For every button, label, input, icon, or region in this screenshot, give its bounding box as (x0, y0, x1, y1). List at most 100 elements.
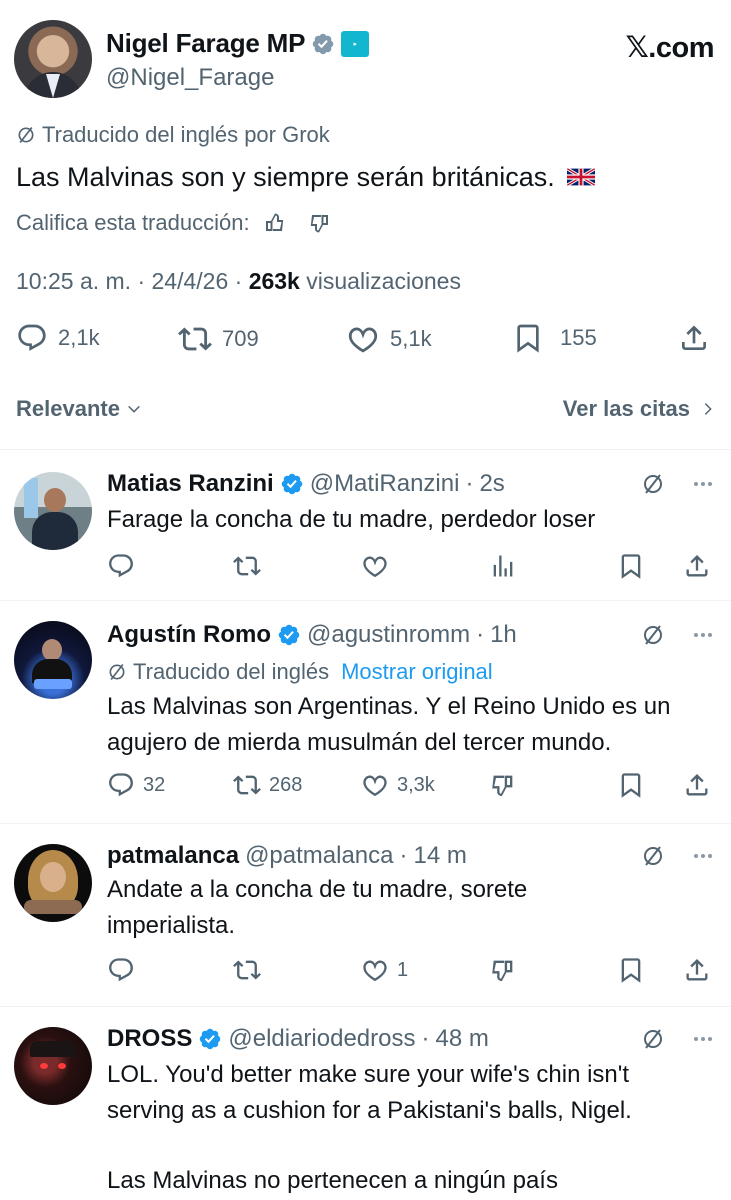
reply-text-paragraph-2: Las Malvinas no pertenecen a ningún país (107, 1167, 558, 1194)
show-original-link[interactable]: Mostrar original (341, 659, 493, 685)
avatar-eye (40, 1063, 48, 1069)
reply-avatar[interactable] (14, 1027, 92, 1105)
share-action[interactable] (683, 552, 711, 580)
like-count: 3,3k (397, 773, 435, 796)
thumbs-up-icon[interactable] (262, 211, 286, 235)
uk-flag-icon (566, 168, 595, 186)
like-action[interactable]: 1 (361, 956, 408, 984)
heart-icon (346, 322, 380, 356)
reply-time[interactable]: 1h (490, 621, 517, 649)
views-action[interactable] (489, 552, 517, 580)
repost-action[interactable] (233, 552, 261, 580)
sort-dropdown[interactable]: Relevante (16, 396, 142, 422)
bookmark-icon (617, 956, 645, 984)
xcom-watermark: 𝕏.com (625, 32, 714, 64)
grok-icon[interactable] (641, 472, 665, 496)
reply-author-name[interactable]: patmalanca (107, 842, 239, 870)
share-action[interactable] (683, 771, 711, 799)
reply-author-handle[interactable]: @MatiRanzini (310, 470, 460, 498)
grok-icon[interactable] (641, 1027, 665, 1051)
reply-author-handle[interactable]: @agustinromm (307, 621, 470, 649)
bookmark-count: 155 (560, 325, 597, 350)
view-quotes-label: Ver las citas (562, 396, 690, 421)
share-action[interactable] (678, 322, 710, 354)
reply-separator: · (421, 1025, 430, 1052)
divider (0, 823, 731, 824)
more-options-icon[interactable] (691, 1027, 715, 1051)
view-quotes-link[interactable]: Ver las citas (563, 396, 716, 422)
reply-action[interactable] (107, 956, 135, 984)
reply-avatar[interactable] (14, 472, 92, 550)
chevron-down-icon (126, 401, 142, 417)
divider (0, 1006, 731, 1007)
author-name-row: Nigel Farage MP ▸ (106, 28, 370, 59)
verified-icon (280, 472, 304, 496)
thumbs-down-icon[interactable] (308, 211, 332, 235)
reply-avatar[interactable] (14, 621, 92, 699)
reply-header: DROSS @eldiariodedross · 48 m (107, 1025, 489, 1053)
reply-time[interactable]: 14 m (414, 842, 467, 870)
reply-separator: · (465, 470, 474, 497)
reply-author-name[interactable]: DROSS (107, 1025, 192, 1053)
verified-icon (277, 623, 301, 647)
translated-by-grok: Traducido del inglés por Grok (16, 122, 330, 148)
post-meta: 10:25 a. m. · 24/4/26 · 263k visualizaci… (16, 268, 461, 295)
dislike-action[interactable] (489, 771, 517, 799)
reply-icon (107, 956, 135, 984)
more-options-icon[interactable] (691, 623, 715, 647)
author-name[interactable]: Nigel Farage MP (106, 28, 305, 59)
reply-time[interactable]: 48 m (435, 1025, 488, 1053)
reply-author-handle[interactable]: @patmalanca (245, 842, 393, 870)
reply-author-name[interactable]: Matias Ranzini (107, 470, 274, 498)
like-action[interactable] (361, 552, 389, 580)
author-avatar[interactable] (14, 20, 92, 98)
translated-by-label: Traducido del inglés por Grok (42, 122, 330, 147)
reply-action[interactable]: 2,1k (16, 322, 100, 354)
reform-party-badge-icon: ▸ (341, 30, 370, 57)
grok-icon[interactable] (641, 844, 665, 868)
bookmark-action[interactable]: 155 (512, 322, 597, 354)
share-action[interactable] (683, 956, 711, 984)
reply-icon (107, 771, 135, 799)
grok-icon (16, 125, 36, 145)
reply-text-paragraph-1: LOL. You'd better make sure your wife's … (107, 1061, 632, 1124)
avatar-face (40, 862, 66, 892)
reply-count: 32 (143, 773, 166, 796)
reply-icon (16, 322, 48, 354)
translated-label: Traducido del inglés (133, 659, 330, 684)
like-count: 1 (397, 958, 409, 981)
rate-translation-label: Califica esta traducción: (16, 210, 250, 235)
grok-icon[interactable] (641, 623, 665, 647)
reply-top-icons (641, 844, 715, 868)
share-icon (683, 552, 711, 580)
repost-icon (233, 552, 261, 580)
post-actions: 2,1k 709 5,1k 155 (16, 322, 716, 362)
repost-action[interactable] (233, 956, 261, 984)
dislike-action[interactable] (489, 956, 517, 984)
reply-author-name[interactable]: Agustín Romo (107, 621, 271, 649)
reply-author-handle[interactable]: @eldiariodedross (228, 1025, 415, 1053)
bookmark-icon (512, 322, 544, 354)
avatar-arms (24, 900, 82, 914)
reply-action[interactable] (107, 552, 135, 580)
reply-avatar[interactable] (14, 844, 92, 922)
like-action[interactable]: 3,3k (361, 771, 435, 799)
bookmark-action[interactable] (617, 771, 645, 799)
repost-action[interactable]: 268 (233, 771, 302, 799)
post-text-body: Las Malvinas son y siempre serán británi… (16, 162, 555, 192)
divider (0, 449, 731, 450)
reply-action[interactable]: 32 (107, 771, 165, 799)
more-options-icon[interactable] (691, 472, 715, 496)
reply-time[interactable]: 2s (479, 470, 504, 498)
author-handle[interactable]: @Nigel_Farage (106, 64, 274, 92)
post-timestamp[interactable]: 10:25 a. m. · 24/4/26 · (16, 268, 249, 294)
heart-icon (361, 552, 389, 580)
repost-count: 709 (222, 326, 259, 351)
bookmark-action[interactable] (617, 956, 645, 984)
like-action[interactable]: 5,1k (346, 322, 432, 356)
repost-action[interactable]: 709 (178, 322, 259, 356)
more-options-icon[interactable] (691, 844, 715, 868)
bookmark-action[interactable] (617, 552, 645, 580)
reply-header: Agustín Romo @agustinromm · 1h (107, 621, 517, 649)
reply-translation-row: Traducido del inglés Mostrar original (107, 659, 493, 685)
